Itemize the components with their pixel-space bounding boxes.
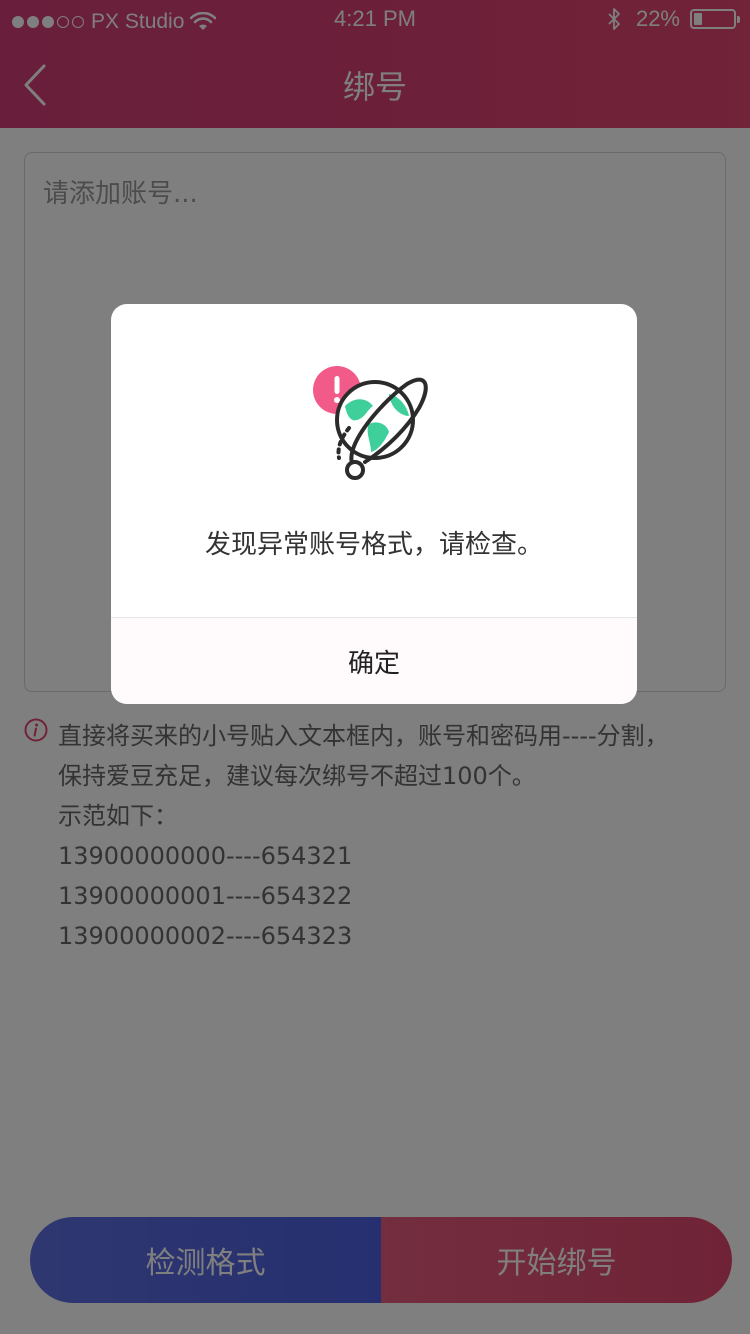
confirm-button[interactable]: 确定 <box>111 618 637 704</box>
error-dialog: 发现异常账号格式，请检查。 确定 <box>111 304 637 704</box>
dialog-message: 发现异常账号格式，请检查。 <box>204 530 543 560</box>
globe-warning-icon <box>313 366 428 480</box>
